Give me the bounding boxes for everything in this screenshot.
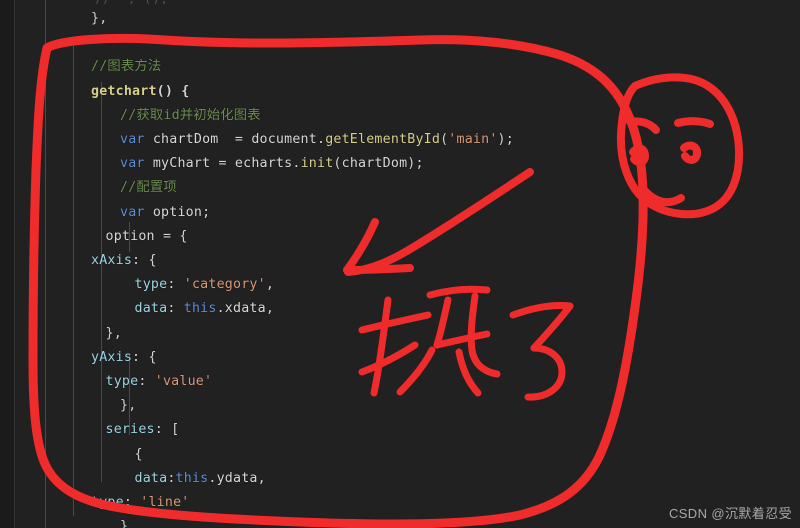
code-token: xAxis	[91, 253, 133, 268]
code-line[interactable]: //获取id并初始化图表	[120, 108, 261, 124]
code-token: var	[120, 156, 145, 172]
code-token: : {	[132, 253, 157, 268]
code-line[interactable]: },	[106, 326, 122, 342]
code-line[interactable]: type: 'line'	[91, 495, 189, 511]
code-line[interactable]: type: 'category',	[135, 277, 275, 293]
code-token: type	[134, 277, 168, 293]
code-token: },	[120, 398, 137, 414]
code-token: : [	[154, 422, 180, 438]
code-token: = {	[162, 228, 188, 244]
code-token: getchart	[91, 83, 157, 99]
code-token: this	[183, 301, 217, 317]
code-area[interactable]: }, //图表方法 getchart() { //获取id并初始化图表 var char…	[0, 0, 800, 528]
code-line[interactable]: //配置项	[120, 180, 177, 196]
code-line[interactable]: type: 'value'	[106, 374, 213, 390]
code-token: series	[105, 422, 155, 438]
code-token: myChart	[144, 156, 219, 172]
code-token: (	[333, 156, 342, 172]
code-token: getElementById	[325, 132, 441, 147]
code-token: this	[175, 470, 209, 486]
code-line[interactable]: var option;	[120, 205, 210, 221]
code-token: xdata	[224, 301, 266, 317]
code-token: 'line'	[140, 495, 190, 510]
code-line[interactable]: {	[135, 447, 143, 463]
code-token: =	[218, 156, 235, 172]
code-line[interactable]: //图表方法	[91, 59, 161, 75]
code-token: data	[134, 301, 168, 317]
code-token: {	[134, 446, 143, 462]
code-token: .	[208, 470, 217, 486]
code-token: ,	[265, 277, 275, 293]
code-token: .	[316, 132, 326, 147]
code-token: },	[91, 11, 108, 26]
screenshot-root: // , (); },//图表方法getchart() {//获取id并初始化图…	[0, 0, 800, 528]
code-token: },	[105, 325, 122, 341]
csdn-watermark: CSDN @沉默着忍受	[668, 506, 792, 521]
code-token: :	[167, 470, 176, 486]
code-token: //图表方法	[91, 59, 162, 75]
code-token: echarts	[234, 156, 293, 172]
code-token: yAxis	[91, 349, 133, 365]
code-token: chartDom	[144, 132, 235, 147]
code-token: :	[138, 374, 155, 389]
code-line[interactable]: },	[91, 11, 107, 27]
code-token: :	[167, 277, 184, 293]
code-token: var	[120, 132, 145, 147]
code-token: //获取id并初始化图表	[120, 107, 261, 123]
code-token: );	[407, 156, 424, 172]
code-token: 'value'	[154, 374, 213, 389]
code-token: data	[134, 470, 168, 486]
code-line[interactable]: data: this.xdata,	[135, 301, 275, 317]
code-line[interactable]: option = {	[106, 229, 188, 245]
code-line[interactable]: var chartDom = document.getElementById('…	[120, 132, 514, 148]
code-token: () {	[156, 83, 190, 99]
code-token: type	[91, 495, 124, 510]
code-line[interactable]: },	[120, 398, 136, 414]
code-line[interactable]: series: [	[106, 422, 180, 438]
code-line[interactable]: getchart() {	[91, 84, 189, 100]
code-token: .	[216, 301, 225, 317]
code-token: option	[144, 204, 203, 220]
code-line[interactable]: yAxis: {	[91, 350, 157, 366]
code-token: ydata	[216, 470, 258, 486]
code-line[interactable]: }	[120, 519, 128, 528]
code-line[interactable]: data:this.ydata,	[135, 471, 266, 487]
code-token: option	[105, 228, 163, 244]
code-token: =	[234, 132, 252, 147]
code-token: : {	[132, 349, 157, 365]
code-token: chartDom	[341, 156, 408, 172]
code-token: //配置项	[120, 180, 177, 196]
code-token: );	[497, 132, 514, 147]
code-token: ,	[265, 301, 275, 317]
code-token: ;	[202, 204, 211, 220]
code-token: 'main'	[448, 132, 498, 147]
code-token: .	[292, 156, 301, 172]
code-token: type	[105, 374, 139, 389]
code-token: init	[300, 156, 334, 172]
code-token: ,	[257, 470, 266, 486]
code-token: var	[120, 204, 145, 220]
code-token: document	[251, 132, 317, 147]
code-line[interactable]: xAxis: {	[91, 253, 157, 269]
code-token: }	[120, 519, 129, 528]
code-token: 'category'	[183, 277, 266, 293]
code-line[interactable]: var myChart = echarts.init(chartDom);	[120, 156, 424, 172]
code-token: :	[123, 495, 141, 510]
code-token: :	[167, 301, 184, 317]
